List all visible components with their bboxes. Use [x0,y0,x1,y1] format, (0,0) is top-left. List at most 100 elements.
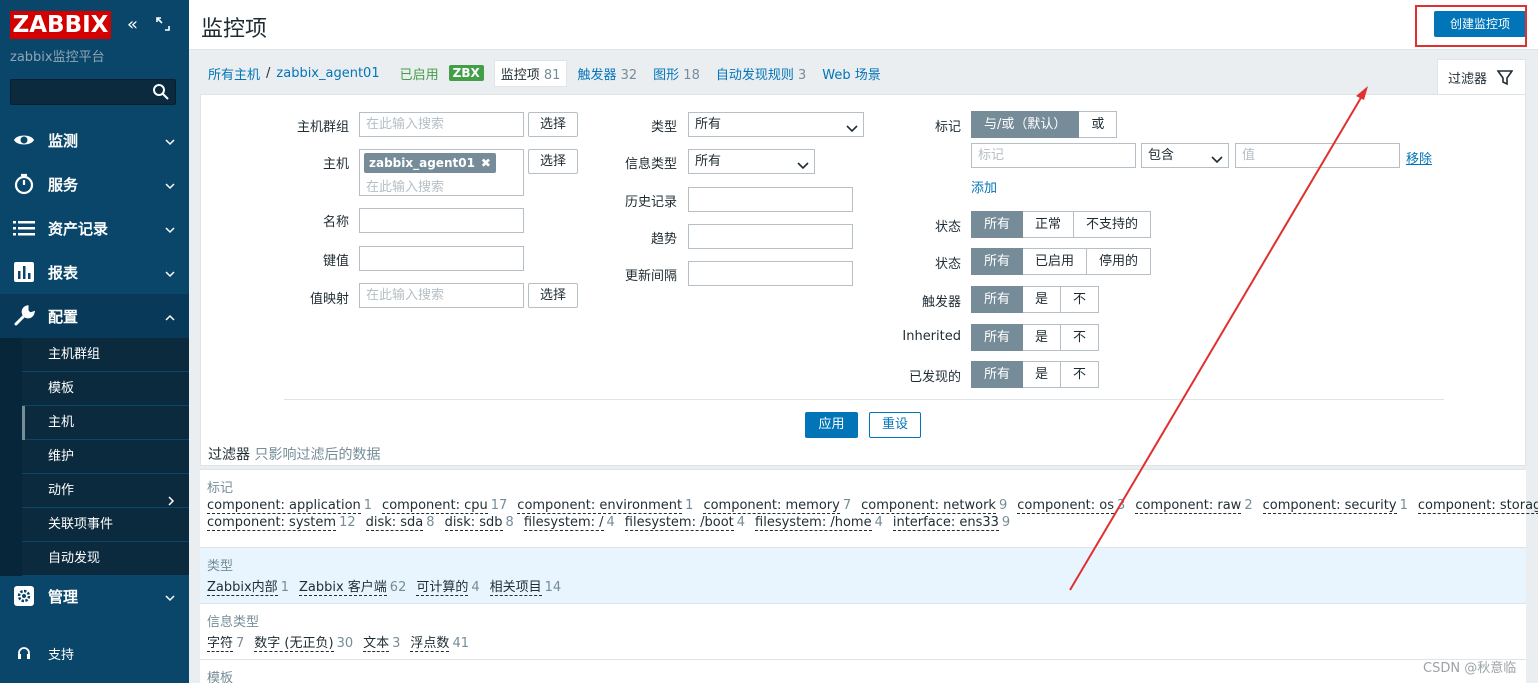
valuemap-select-button[interactable]: 选择 [528,283,579,308]
host-group-input[interactable]: 在此输入搜索 [359,112,524,137]
trends-input[interactable] [688,224,853,249]
menu-services[interactable]: 服务 [0,162,189,206]
subfilter-item[interactable]: component: system 12 [207,515,356,531]
tab-triggers[interactable]: 触发器 32 [577,64,637,83]
menu-reports[interactable]: 报表 [0,250,189,294]
menu-support[interactable]: 支持 [0,631,189,675]
info-type-select[interactable]: 所有 [688,149,815,174]
submenu-discovery[interactable]: 自动发现 [0,542,189,576]
menu-monitoring[interactable]: 监测 [0,118,189,162]
state-option[interactable]: 不支持的 [1074,211,1152,238]
triggers-option[interactable]: 所有 [971,286,1024,313]
host-chip[interactable]: zabbix_agent01 ✖ [364,153,496,173]
subfilter-item[interactable]: filesystem: /boot 4 [624,515,745,531]
inherited-toggle[interactable]: 所有 是 不 [971,324,1100,351]
menu-label: 配置 [48,307,79,326]
submenu-event-correlation[interactable]: 关联项事件 [0,508,189,542]
subfilter-item[interactable]: component: security 1 [1262,498,1408,514]
breadcrumb-all-hosts[interactable]: 所有主机 [208,64,260,83]
tag-value-input[interactable]: 值 [1235,143,1400,168]
state-toggle[interactable]: 所有 正常 不支持的 [971,211,1152,238]
inherited-option[interactable]: 是 [1023,324,1062,351]
host-select-button[interactable]: 选择 [528,149,579,174]
tag-add-link[interactable]: 添加 [971,177,997,196]
subfilter-item-label: filesystem: /boot [624,515,734,531]
discovered-option[interactable]: 不 [1061,361,1100,388]
name-input[interactable] [359,208,524,233]
subfilter-item[interactable]: Zabbix 客户端 62 [298,580,406,596]
submenu-host-groups[interactable]: 主机群组 [0,338,189,372]
tab-discovery-rules[interactable]: 自动发现规则 3 [716,64,806,83]
subfilter-item[interactable]: component: os 3 [1017,498,1125,514]
hide-sidebar-icon[interactable] [155,16,171,37]
subfilter-item[interactable]: component: environment 1 [517,498,693,514]
history-input[interactable] [688,187,853,212]
valuemap-input[interactable]: 在此输入搜索 [359,283,524,308]
menu-administration[interactable]: 管理 [0,574,189,618]
subfilter-item[interactable]: filesystem: /4 [523,515,615,531]
host-status[interactable]: 已启用 [400,64,439,83]
subfilter-item-label: disk: sda [365,515,424,531]
subfilter-item[interactable]: filesystem: /home 4 [755,515,883,531]
host-group-select-button[interactable]: 选择 [528,112,579,137]
interval-input[interactable] [688,261,853,286]
inherited-option[interactable]: 所有 [971,324,1024,351]
subfilter-item[interactable]: interface: ens33 9 [892,515,1010,531]
subfilter-item[interactable]: component: cpu 17 [382,498,507,514]
triggers-option[interactable]: 不 [1061,286,1100,313]
collapse-sidebar-icon[interactable]: « [127,14,138,35]
submenu-actions[interactable]: 动作 [0,474,189,508]
submenu-templates[interactable]: 模板 [0,372,189,406]
menu-configuration[interactable]: 配置 [0,294,189,338]
tab-items[interactable]: 监控项 81 [493,59,568,87]
tags-andor-option[interactable]: 与/或（默认） [971,111,1080,138]
type-select[interactable]: 所有 [688,112,864,137]
status-option[interactable]: 停用的 [1087,248,1152,275]
subfilter-item[interactable]: 浮点数 41 [410,636,469,652]
key-input[interactable] [359,246,524,271]
filter-tab[interactable]: 过滤器 [1437,59,1526,95]
search-icon[interactable] [152,83,170,105]
subfilter-item[interactable]: 文本 3 [363,636,400,652]
apply-button[interactable]: 应用 [805,412,858,438]
triggers-toggle[interactable]: 所有 是 不 [971,286,1100,313]
reset-button[interactable]: 重设 [869,412,921,438]
subfilter-item[interactable]: disk: sdb 8 [444,515,514,531]
close-icon[interactable]: ✖ [481,156,491,170]
subfilter-item[interactable]: component: storage31 [1417,498,1538,514]
discovered-option[interactable]: 是 [1023,361,1062,388]
breadcrumb-host[interactable]: zabbix_agent01 [276,66,379,81]
tags-or-option[interactable]: 或 [1079,111,1118,138]
submenu-hosts[interactable]: 主机 [0,406,189,440]
subfilter-item[interactable]: disk: sda 8 [365,515,435,531]
state-option[interactable]: 所有 [971,211,1024,238]
subfilter-item[interactable]: component: raw 2 [1135,498,1253,514]
subfilter-item[interactable]: 字符 7 [207,636,244,652]
tab-web-scenarios[interactable]: Web 场景 [822,64,880,83]
discovered-option[interactable]: 所有 [971,361,1024,388]
zabbix-logo[interactable]: ZABBIX [10,11,111,39]
subfilter-item[interactable]: component: network 9 [861,498,1007,514]
state-option[interactable]: 正常 [1023,211,1075,238]
tab-graphs[interactable]: 图形 18 [653,64,700,83]
tag-remove-link[interactable]: 移除 [1406,148,1432,167]
tag-operator-select[interactable]: 包含 [1141,143,1229,168]
status-option[interactable]: 所有 [971,248,1024,275]
subfilter-item[interactable]: component: memory 7 [703,498,851,514]
tag-name-input[interactable]: 标记 [971,143,1136,168]
sidebar-search-input[interactable] [10,79,176,105]
status-option[interactable]: 已启用 [1023,248,1088,275]
subfilter-item[interactable]: component: application 1 [207,498,372,514]
host-multiselect[interactable]: zabbix_agent01 ✖ 在此输入搜索 [359,149,524,196]
discovered-toggle[interactable]: 所有 是 不 [971,361,1100,388]
subfilter-item[interactable]: 数字 (无正负) 30 [254,636,353,652]
triggers-option[interactable]: 是 [1023,286,1062,313]
status-toggle[interactable]: 所有 已启用 停用的 [971,248,1152,275]
submenu-maintenance[interactable]: 维护 [0,440,189,474]
inherited-option[interactable]: 不 [1061,324,1100,351]
subfilter-item[interactable]: Zabbix内部 1 [207,580,289,596]
tags-evaltype-toggle[interactable]: 与/或（默认） 或 [971,111,1118,138]
menu-inventory[interactable]: 资产记录 [0,206,189,250]
subfilter-item[interactable]: 相关项目 14 [489,580,561,596]
subfilter-item[interactable]: 可计算的 4 [416,580,480,596]
